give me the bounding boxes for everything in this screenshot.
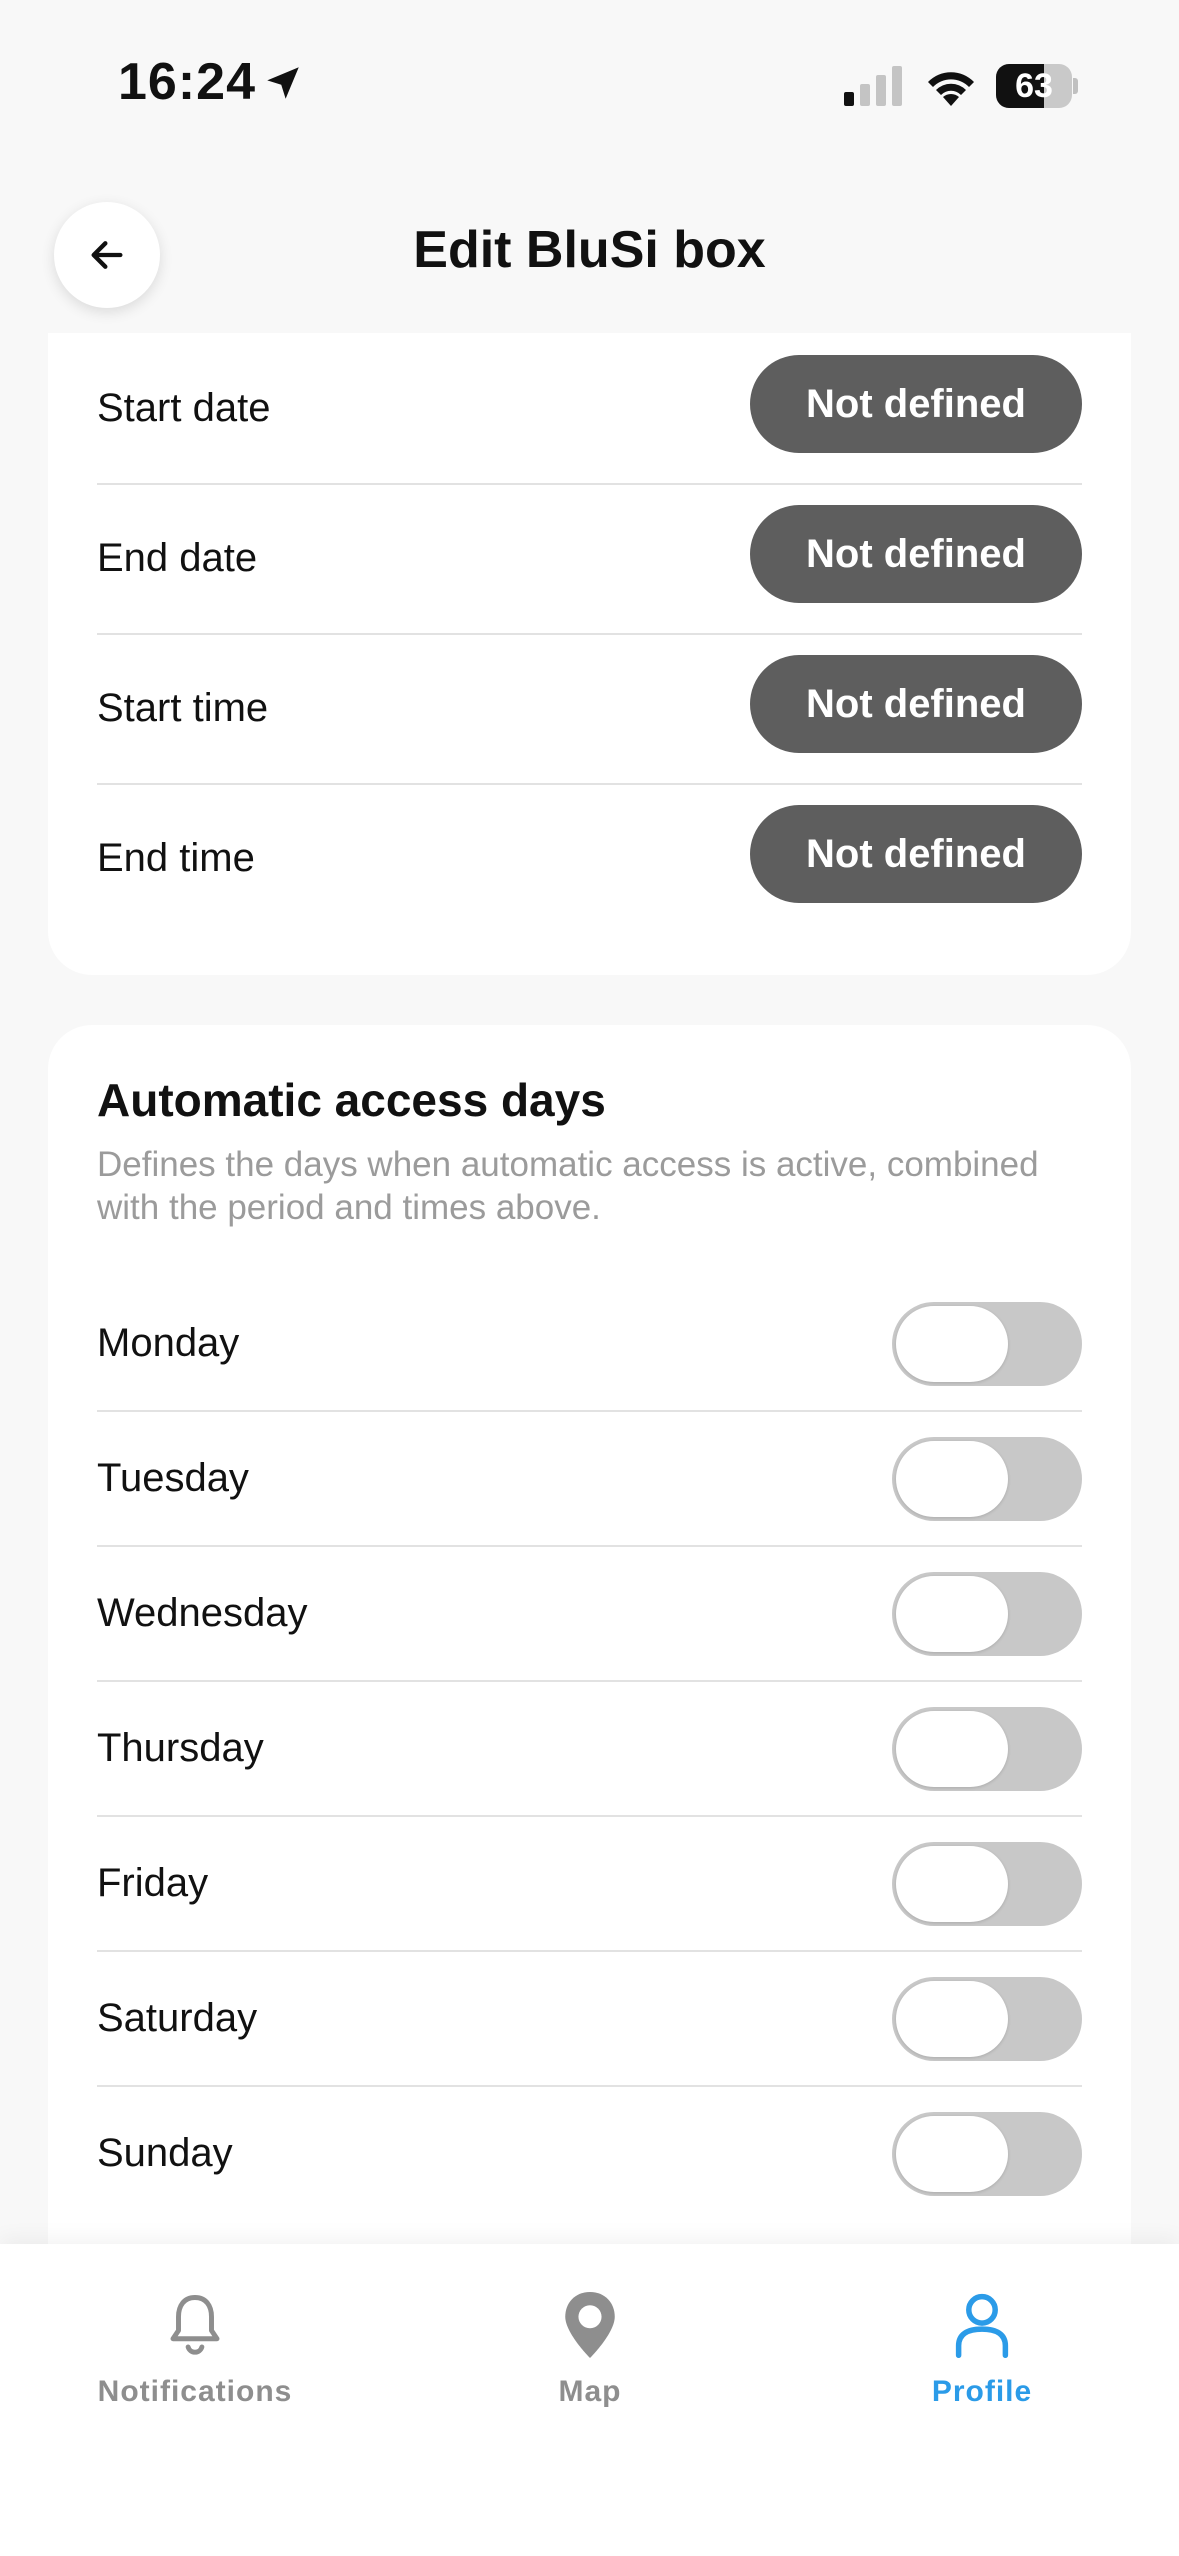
page-title: Edit BluSi box bbox=[413, 221, 766, 279]
end-date-label: End date bbox=[97, 536, 258, 580]
end-date-row: End date Not defined bbox=[97, 483, 1082, 635]
wifi-icon bbox=[928, 72, 974, 106]
day-label-wednesday: Wednesday bbox=[97, 1591, 308, 1635]
bell-icon bbox=[170, 2295, 220, 2355]
tab-profile-label: Profile bbox=[931, 2375, 1033, 2408]
tab-profile[interactable]: Profile bbox=[832, 2289, 1132, 2449]
sunday-toggle[interactable] bbox=[892, 2112, 1082, 2196]
thursday-toggle[interactable] bbox=[892, 1707, 1082, 1791]
battery-percentage: 63 bbox=[1015, 67, 1053, 105]
saturday-toggle[interactable] bbox=[892, 1977, 1082, 2061]
tuesday-toggle[interactable] bbox=[892, 1437, 1082, 1521]
day-row-friday: Friday bbox=[97, 1816, 1082, 1952]
end-time-label: End time bbox=[97, 836, 255, 880]
location-arrow-icon bbox=[267, 67, 299, 99]
start-date-label: Start date bbox=[97, 386, 271, 430]
day-label-sunday: Sunday bbox=[97, 2131, 233, 2175]
access-days-description: Defines the days when automatic access i… bbox=[97, 1145, 1039, 1227]
access-days-card: Automatic access days Defines the days w… bbox=[48, 1025, 1131, 2425]
start-time-button[interactable]: Not defined bbox=[750, 655, 1082, 753]
day-label-saturday: Saturday bbox=[97, 1996, 258, 2040]
monday-toggle[interactable] bbox=[892, 1302, 1082, 1386]
day-row-monday: Monday bbox=[97, 1276, 1082, 1412]
wednesday-toggle[interactable] bbox=[892, 1572, 1082, 1656]
tab-map-label: Map bbox=[558, 2375, 622, 2408]
end-date-button[interactable]: Not defined bbox=[750, 505, 1082, 603]
day-label-monday: Monday bbox=[97, 1321, 240, 1365]
access-days-title: Automatic access days bbox=[97, 1074, 606, 1126]
start-time-label: Start time bbox=[97, 686, 269, 730]
map-pin-icon bbox=[565, 2292, 615, 2358]
tab-map[interactable]: Map bbox=[440, 2289, 740, 2449]
day-row-sunday: Sunday bbox=[97, 2086, 1082, 2220]
day-label-friday: Friday bbox=[97, 1861, 209, 1905]
day-label-tuesday: Tuesday bbox=[97, 1456, 249, 1500]
status-time: 16:24 bbox=[118, 53, 256, 111]
header: Edit BluSi box bbox=[0, 180, 1179, 330]
tab-notifications[interactable]: Notifications bbox=[45, 2289, 345, 2449]
day-row-wednesday: Wednesday bbox=[97, 1546, 1082, 1682]
day-row-thursday: Thursday bbox=[97, 1681, 1082, 1817]
end-time-button[interactable]: Not defined bbox=[750, 805, 1082, 903]
schedule-card: Start date Not defined End date Not defi… bbox=[48, 333, 1131, 975]
status-bar: 16:24 63 bbox=[0, 0, 1179, 150]
start-time-row: Start time Not defined bbox=[97, 633, 1082, 785]
user-icon bbox=[955, 2293, 1009, 2358]
day-row-tuesday: Tuesday bbox=[97, 1411, 1082, 1547]
friday-toggle[interactable] bbox=[892, 1842, 1082, 1926]
tab-bar: Notifications Map Profile bbox=[0, 2244, 1179, 2556]
cellular-signal-icon bbox=[844, 66, 902, 106]
end-time-row: End time Not defined bbox=[97, 783, 1082, 933]
start-date-row: Start date Not defined bbox=[97, 333, 1082, 485]
battery-indicator: 63 bbox=[996, 64, 1078, 108]
tab-notifications-label: Notifications bbox=[97, 2375, 293, 2408]
day-row-saturday: Saturday bbox=[97, 1951, 1082, 2087]
day-label-thursday: Thursday bbox=[97, 1726, 264, 1770]
start-date-button[interactable]: Not defined bbox=[750, 355, 1082, 453]
